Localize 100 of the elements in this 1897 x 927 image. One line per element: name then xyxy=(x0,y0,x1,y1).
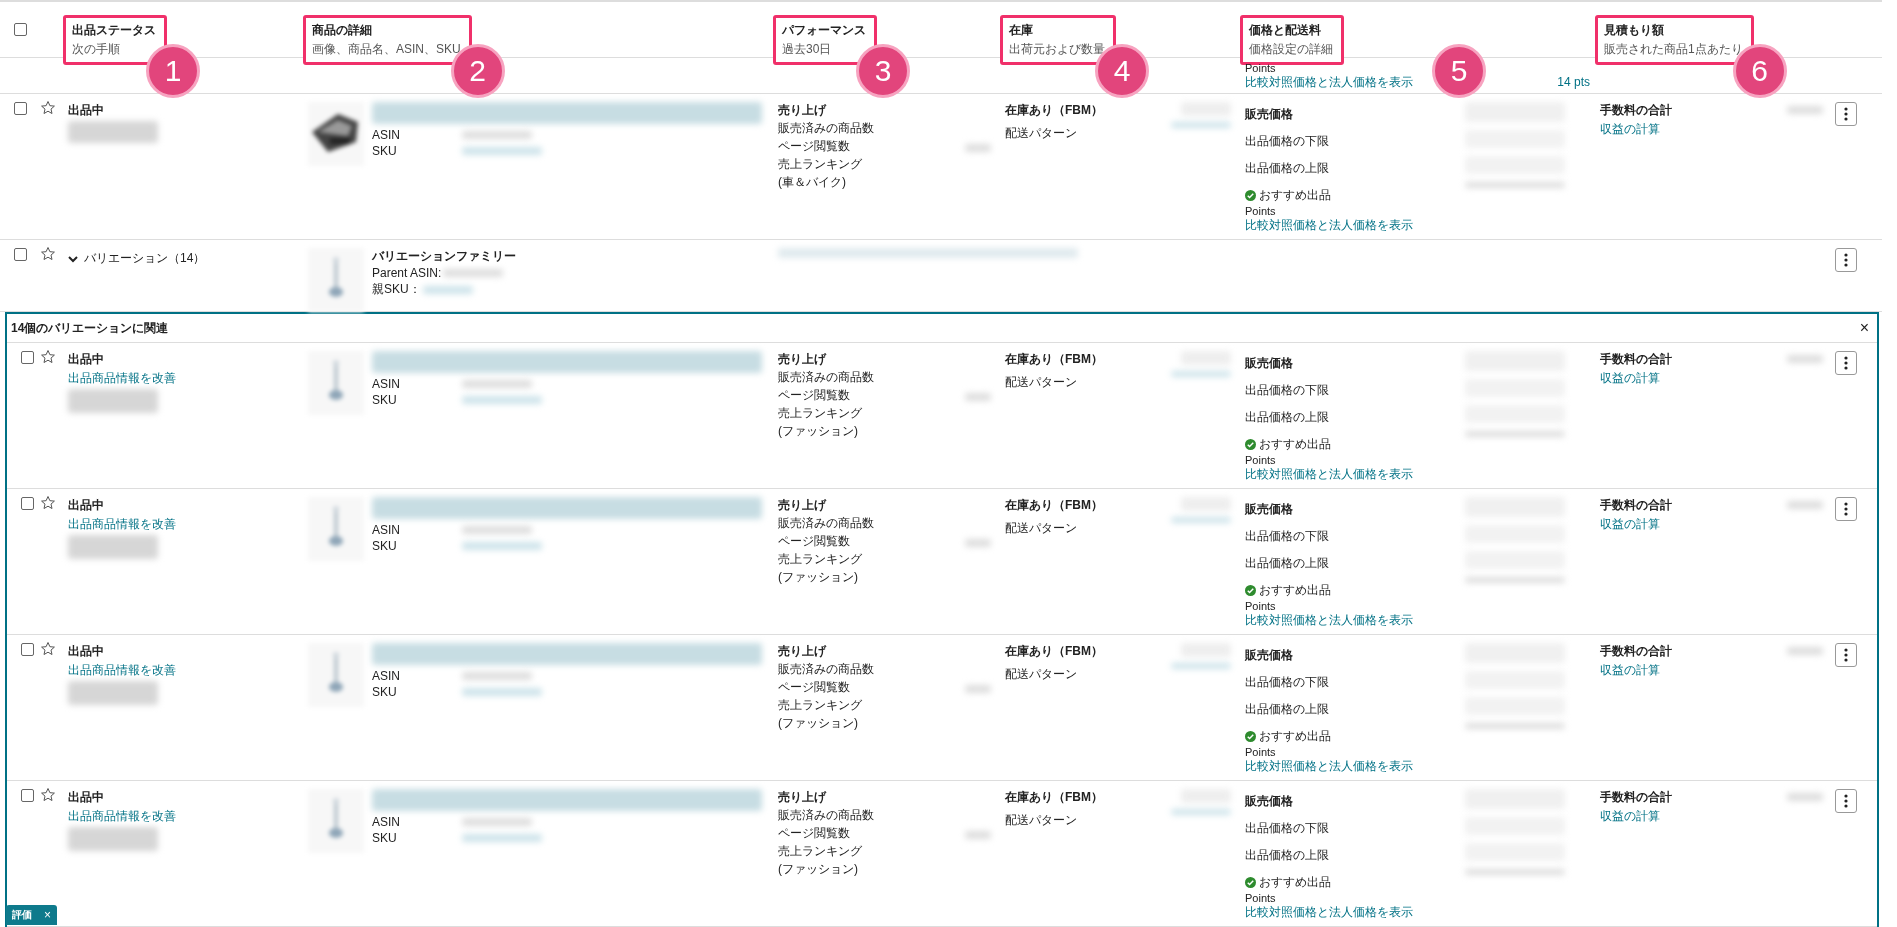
star-icon[interactable] xyxy=(40,641,56,657)
improve-listing-link[interactable]: 出品商品情報を改善 xyxy=(68,516,302,533)
blurred-text xyxy=(422,285,473,294)
more-menu-button[interactable] xyxy=(1835,497,1857,521)
metric-label: 販売済みの商品数 xyxy=(778,369,874,386)
checkbox[interactable] xyxy=(14,23,27,36)
checkbox[interactable] xyxy=(21,351,34,364)
listing-status: 出品中 xyxy=(68,351,105,368)
blurred-text xyxy=(1787,647,1823,655)
more-menu-button[interactable] xyxy=(1835,102,1857,126)
chevron-icon xyxy=(68,254,78,263)
sales-label: 売り上げ xyxy=(778,643,828,660)
column-title: 出品ステータス xyxy=(72,21,156,39)
featured-offer-label: おすすめ出品 xyxy=(1259,436,1331,453)
metric-label: 販売済みの商品数 xyxy=(778,120,874,137)
shipping-pattern-label: 配送パターン xyxy=(1005,812,1078,829)
shipping-pattern-label: 配送パターン xyxy=(1005,374,1078,391)
checkbox[interactable] xyxy=(21,643,34,656)
profit-calculator-link[interactable]: 収益の計算 xyxy=(1600,121,1672,138)
improve-listing-link[interactable]: 出品商品情報を改善 xyxy=(68,808,302,825)
star-icon[interactable] xyxy=(40,246,56,262)
points-label: Points xyxy=(1245,453,1277,467)
check-circle-icon xyxy=(1245,731,1256,742)
checkbox[interactable] xyxy=(21,497,34,510)
featured-offer-label: おすすめ出品 xyxy=(1259,582,1331,599)
blurred-text xyxy=(965,393,991,401)
min-price-label: 出品価格の下限 xyxy=(1245,674,1330,691)
checkbox[interactable] xyxy=(21,789,34,802)
profit-calculator-link[interactable]: 収益の計算 xyxy=(1600,516,1672,533)
metric-label: ページ閲覧数 xyxy=(778,825,851,842)
metric-label: 売上ランキング xyxy=(778,843,863,860)
column-subtitle: 画像、商品名、ASIN、SKU xyxy=(312,40,461,58)
check-circle-icon xyxy=(1245,877,1256,888)
metric-label: (車＆バイク) xyxy=(778,174,847,191)
close-button[interactable]: × xyxy=(1859,319,1869,337)
star-icon[interactable] xyxy=(40,495,56,511)
min-price-label: 出品価格の下限 xyxy=(1245,382,1330,399)
check-circle-icon xyxy=(1245,190,1256,201)
compare-price-link[interactable]: 比較対照価格と法人価格を表示 xyxy=(1245,613,1459,627)
checkbox[interactable] xyxy=(14,248,27,261)
compare-price-link[interactable]: 比較対照価格と法人価格を表示 xyxy=(1245,759,1459,773)
listing-status: 出品中 xyxy=(68,643,105,660)
improve-listing-link[interactable]: 出品商品情報を改善 xyxy=(68,370,302,387)
profit-calculator-link[interactable]: 収益の計算 xyxy=(1600,808,1672,825)
more-menu-button[interactable] xyxy=(1835,789,1857,813)
featured-offer-label: おすすめ出品 xyxy=(1259,187,1331,204)
more-menu-button[interactable] xyxy=(1835,248,1857,272)
points-label: Points xyxy=(1245,62,1276,74)
kebab-icon xyxy=(1844,648,1848,662)
min-price-label: 出品価格の下限 xyxy=(1245,133,1330,150)
min-price-label: 出品価格の下限 xyxy=(1245,820,1330,837)
metric-label: (ファッション) xyxy=(778,569,859,586)
sales-label: 売り上げ xyxy=(778,102,828,119)
stock-status: 在庫あり（FBM） xyxy=(1005,789,1103,806)
column-title: 価格と配送料 xyxy=(1249,21,1322,39)
metric-label: 売上ランキング xyxy=(778,156,863,173)
more-menu-button[interactable] xyxy=(1835,351,1857,375)
blurred-text xyxy=(1787,793,1823,801)
max-price-label: 出品価格の上限 xyxy=(1245,555,1330,572)
points-label: Points xyxy=(1245,891,1277,905)
total-fees-label: 手数料の合計 xyxy=(1600,351,1672,368)
compare-price-link[interactable]: 比較対照価格と法人価格を表示 xyxy=(1245,74,1413,91)
profit-calculator-link[interactable]: 収益の計算 xyxy=(1600,662,1672,679)
sale-price-label: 販売価格 xyxy=(1245,355,1294,372)
column-subtitle: 出荷元および数量 xyxy=(1009,40,1105,58)
points-label: Points xyxy=(1245,745,1277,759)
compare-price-link[interactable]: 比較対照価格と法人価格を表示 xyxy=(1245,467,1459,481)
blurred-text xyxy=(1171,371,1231,377)
compare-price-link[interactable]: 比較対照価格と法人価格を表示 xyxy=(1245,905,1459,919)
sku-label: SKU xyxy=(372,685,398,699)
blurred-text xyxy=(965,685,991,693)
more-menu-button[interactable] xyxy=(1835,643,1857,667)
total-fees-label: 手数料の合計 xyxy=(1600,102,1672,119)
points-label: Points xyxy=(1245,599,1277,613)
kebab-icon xyxy=(1844,356,1848,370)
star-icon[interactable] xyxy=(40,349,56,365)
kebab-icon xyxy=(1844,253,1848,267)
column-subtitle: 次の手順 xyxy=(72,40,121,58)
checkbox[interactable] xyxy=(14,102,27,115)
close-button[interactable]: × xyxy=(44,908,51,922)
featured-offer-label: おすすめ出品 xyxy=(1259,728,1331,745)
variation-family-label: バリエーションファミリー xyxy=(372,248,516,265)
improve-listing-link[interactable]: 出品商品情報を改善 xyxy=(68,662,302,679)
total-fees-label: 手数料の合計 xyxy=(1600,497,1672,514)
sales-label: 売り上げ xyxy=(778,789,828,806)
max-price-label: 出品価格の上限 xyxy=(1245,160,1330,177)
blurred-text xyxy=(1171,663,1231,669)
column-title: 在庫 xyxy=(1009,21,1034,39)
star-icon[interactable] xyxy=(40,100,56,116)
asin-label: ASIN xyxy=(372,523,401,537)
star-icon[interactable] xyxy=(40,787,56,803)
compare-price-link[interactable]: 比較対照価格と法人価格を表示 xyxy=(1245,218,1459,232)
sku-label: SKU xyxy=(372,539,398,553)
profit-calculator-link[interactable]: 収益の計算 xyxy=(1600,370,1672,387)
max-price-label: 出品価格の上限 xyxy=(1245,847,1330,864)
feedback-tab[interactable]: 評価 × xyxy=(6,905,57,925)
blurred-text xyxy=(462,526,532,534)
blurred-text xyxy=(965,539,991,547)
variation-toggle[interactable]: バリエーション（14） xyxy=(68,250,302,267)
listing-status: 出品中 xyxy=(68,102,105,119)
